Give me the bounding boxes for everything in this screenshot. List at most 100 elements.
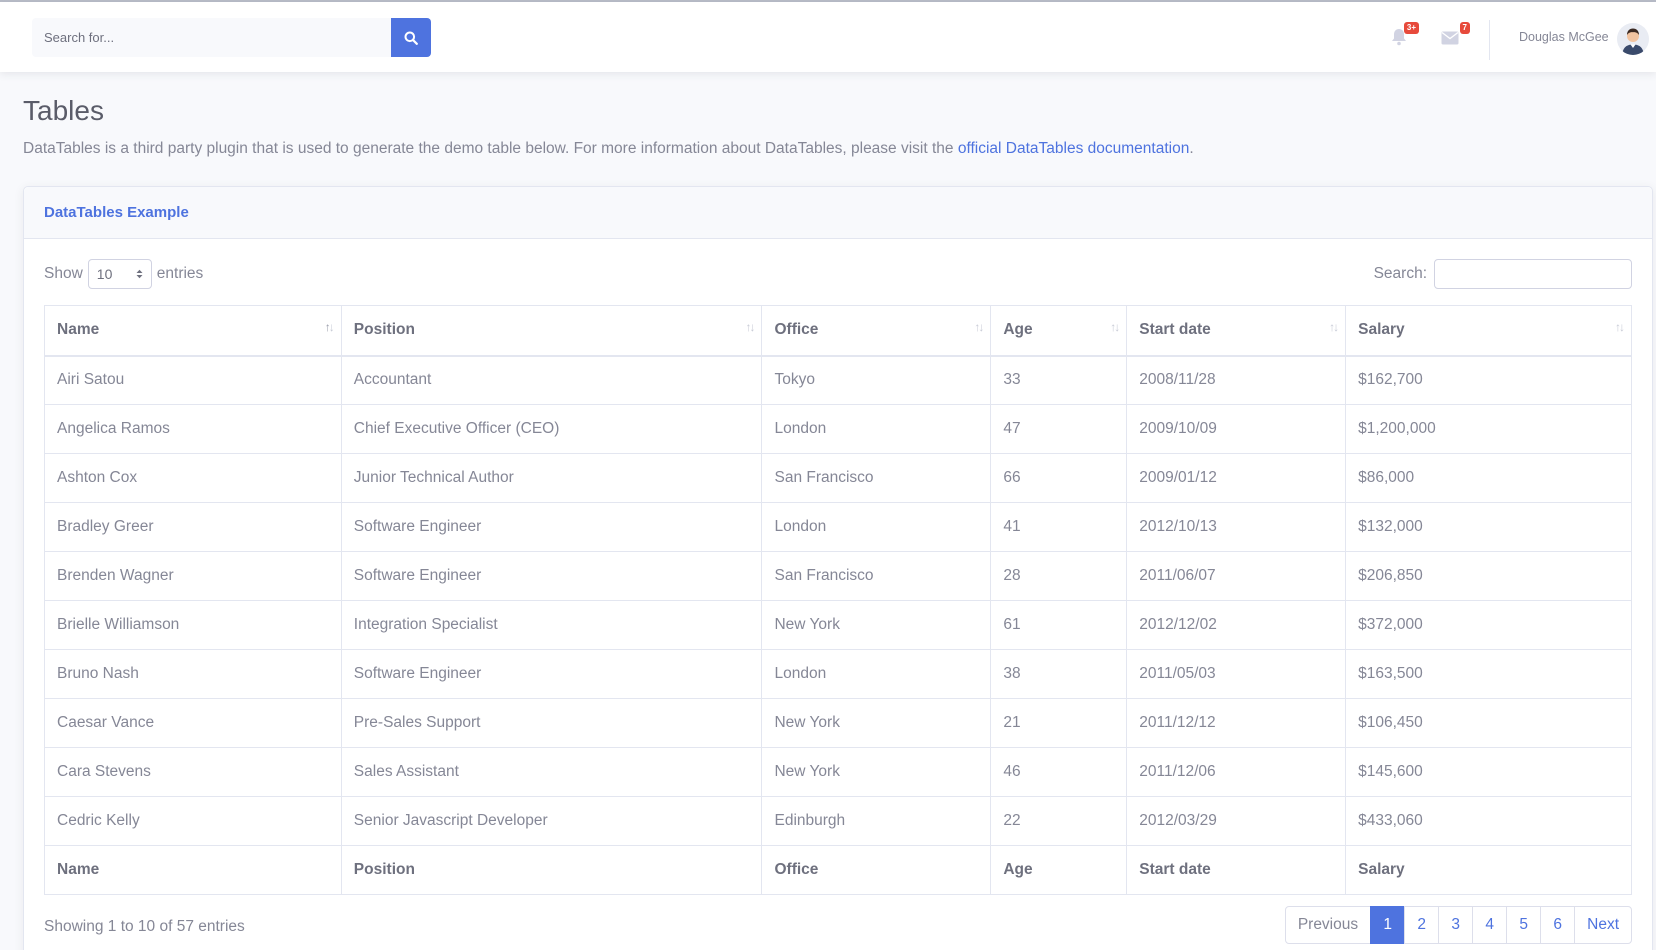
table-cell: Integration Specialist <box>340 600 763 650</box>
table-cell: Brielle Williamson <box>44 600 342 650</box>
column-footer-salary: Salary <box>1345 845 1632 895</box>
sort-icon: ↑↓ <box>745 320 755 334</box>
alerts-dropdown[interactable]: 3+ <box>1387 22 1419 48</box>
column-header-label: Position <box>353 321 415 339</box>
table-cell: 2009/10/09 <box>1126 404 1347 454</box>
page-length-control: Show 10 entries <box>44 259 203 289</box>
header-row: Name ↑↓ Position ↑↓ Office ↑↓ Age ↑↓ Start d… <box>44 305 1632 357</box>
page-length-value: 10 <box>96 266 113 282</box>
envelope-icon <box>1441 31 1459 45</box>
table-row: Bruno Nash Software Engineer London 38 2011/… <box>44 649 1632 699</box>
table-cell: San Francisco <box>761 453 992 503</box>
column-header-age[interactable]: Age ↑↓ <box>990 305 1128 357</box>
table-cell: Brenden Wagner <box>44 551 342 601</box>
column-header-office[interactable]: Office ↑↓ <box>761 305 992 357</box>
table-cell: Software Engineer <box>340 551 763 601</box>
table-row: Airi Satou Accountant Tokyo 33 2008/11/28 $16… <box>44 355 1632 405</box>
table-cell: Software Engineer <box>340 649 763 699</box>
table-cell: 66 <box>990 453 1128 503</box>
table-row: Ashton Cox Junior Technical Author San Fra… <box>44 453 1632 503</box>
alerts-count-badge: 3+ <box>1403 22 1419 34</box>
column-footer-start-date: Start date <box>1126 845 1347 895</box>
table-row: Brielle Williamson Integration Specialist… <box>44 600 1632 650</box>
user-name[interactable]: Douglas McGee <box>1519 30 1609 44</box>
table-cell: Pre-Sales Support <box>340 698 763 748</box>
datatables-docs-link[interactable]: official DataTables documentation <box>958 140 1190 157</box>
table-cell: 2011/06/07 <box>1126 551 1347 601</box>
table-cell: 2009/01/12 <box>1126 453 1347 503</box>
pagination-page-1[interactable]: 1 <box>1370 906 1406 944</box>
table-cell: Bruno Nash <box>44 649 342 699</box>
page-description-end: . <box>1189 140 1194 157</box>
table-cell: $132,000 <box>1345 502 1632 552</box>
table-row: Cara Stevens Sales Assistant New York 46 201… <box>44 747 1632 797</box>
footer-row: Name Position Office Age Start date Sala… <box>44 845 1632 895</box>
pagination: Previous 1 2 3 4 5 6 Next <box>1284 906 1632 944</box>
table-cell: Software Engineer <box>340 502 763 552</box>
table-body: Airi Satou Accountant Tokyo 33 2008/11/28 $16… <box>44 355 1632 846</box>
table-cell: Ashton Cox <box>44 453 342 503</box>
column-header-position[interactable]: Position ↑↓ <box>340 305 763 357</box>
table-cell: Cedric Kelly <box>44 796 342 846</box>
column-footer-office: Office <box>761 845 992 895</box>
select-arrows-icon <box>136 269 143 279</box>
table-head: Name ↑↓ Position ↑↓ Office ↑↓ Age ↑↓ Start d… <box>44 305 1632 357</box>
pagination-page-3[interactable]: 3 <box>1438 906 1474 944</box>
table-cell: London <box>761 649 992 699</box>
table-cell: $106,450 <box>1345 698 1632 748</box>
table-cell: 41 <box>990 502 1128 552</box>
page-description: DataTables is a third party plugin that … <box>23 140 1194 158</box>
table-cell: $1,200,000 <box>1345 404 1632 454</box>
table-cell: Caesar Vance <box>44 698 342 748</box>
table-cell: 22 <box>990 796 1128 846</box>
pagination-page-2[interactable]: 2 <box>1404 906 1440 944</box>
column-header-label: Start date <box>1139 321 1211 339</box>
column-header-salary[interactable]: Salary ↑↓ <box>1345 305 1632 357</box>
sort-icon: ↑↓ <box>974 320 984 334</box>
sort-icon: ↑↓ <box>324 320 335 334</box>
pagination-page-4[interactable]: 4 <box>1472 906 1508 944</box>
messages-dropdown[interactable]: 7 <box>1438 22 1470 48</box>
table-cell: $86,000 <box>1345 453 1632 503</box>
page-description-text: DataTables is a third party plugin that … <box>23 140 958 157</box>
sort-icon: ↑↓ <box>1615 320 1625 334</box>
table-cell: $162,700 <box>1345 355 1632 405</box>
table-cell: 46 <box>990 747 1128 797</box>
pagination-next[interactable]: Next <box>1574 906 1632 944</box>
column-header-label: Name <box>57 321 100 339</box>
show-label: Show <box>44 265 83 282</box>
table-row: Angelica Ramos Chief Executive Officer (C… <box>44 404 1632 454</box>
topbar-search-button[interactable] <box>391 18 431 57</box>
pagination-page-6[interactable]: 6 <box>1540 906 1576 944</box>
table-cell: New York <box>761 698 992 748</box>
table-search-input[interactable] <box>1434 259 1632 289</box>
table-cell: 2012/12/02 <box>1126 600 1347 650</box>
topbar-search-input[interactable]: Search for... <box>32 18 391 57</box>
table-cell: 38 <box>990 649 1128 699</box>
column-footer-age: Age <box>990 845 1128 895</box>
table-row: Bradley Greer Software Engineer London 41 20… <box>44 502 1632 552</box>
user-avatar[interactable] <box>1617 23 1649 55</box>
page-length-select[interactable]: 10 <box>87 259 152 289</box>
pagination-page-5[interactable]: 5 <box>1506 906 1542 944</box>
card-title: DataTables Example <box>44 204 189 221</box>
column-footer-name: Name <box>44 845 342 895</box>
avatar-icon <box>1617 23 1649 55</box>
table-cell: Cara Stevens <box>44 747 342 797</box>
table-cell: 21 <box>990 698 1128 748</box>
table-cell: $145,600 <box>1345 747 1632 797</box>
table-cell: 47 <box>990 404 1128 454</box>
column-header-name[interactable]: Name ↑↓ <box>44 305 342 357</box>
topbar-search: Search for... <box>32 18 431 57</box>
table-cell: 28 <box>990 551 1128 601</box>
table-cell: 61 <box>990 600 1128 650</box>
table-cell: 2012/03/29 <box>1126 796 1347 846</box>
pagination-previous[interactable]: Previous <box>1284 906 1372 944</box>
table-row: Caesar Vance Pre-Sales Support New York 21 2… <box>44 698 1632 748</box>
column-header-start-date[interactable]: Start date ↑↓ <box>1126 305 1347 357</box>
table-cell: Edinburgh <box>761 796 992 846</box>
table-cell: Airi Satou <box>44 355 342 405</box>
table-info: Showing 1 to 10 of 57 entries <box>44 918 245 935</box>
entries-label: entries <box>156 265 204 282</box>
table-cell: 2011/12/12 <box>1126 698 1347 748</box>
